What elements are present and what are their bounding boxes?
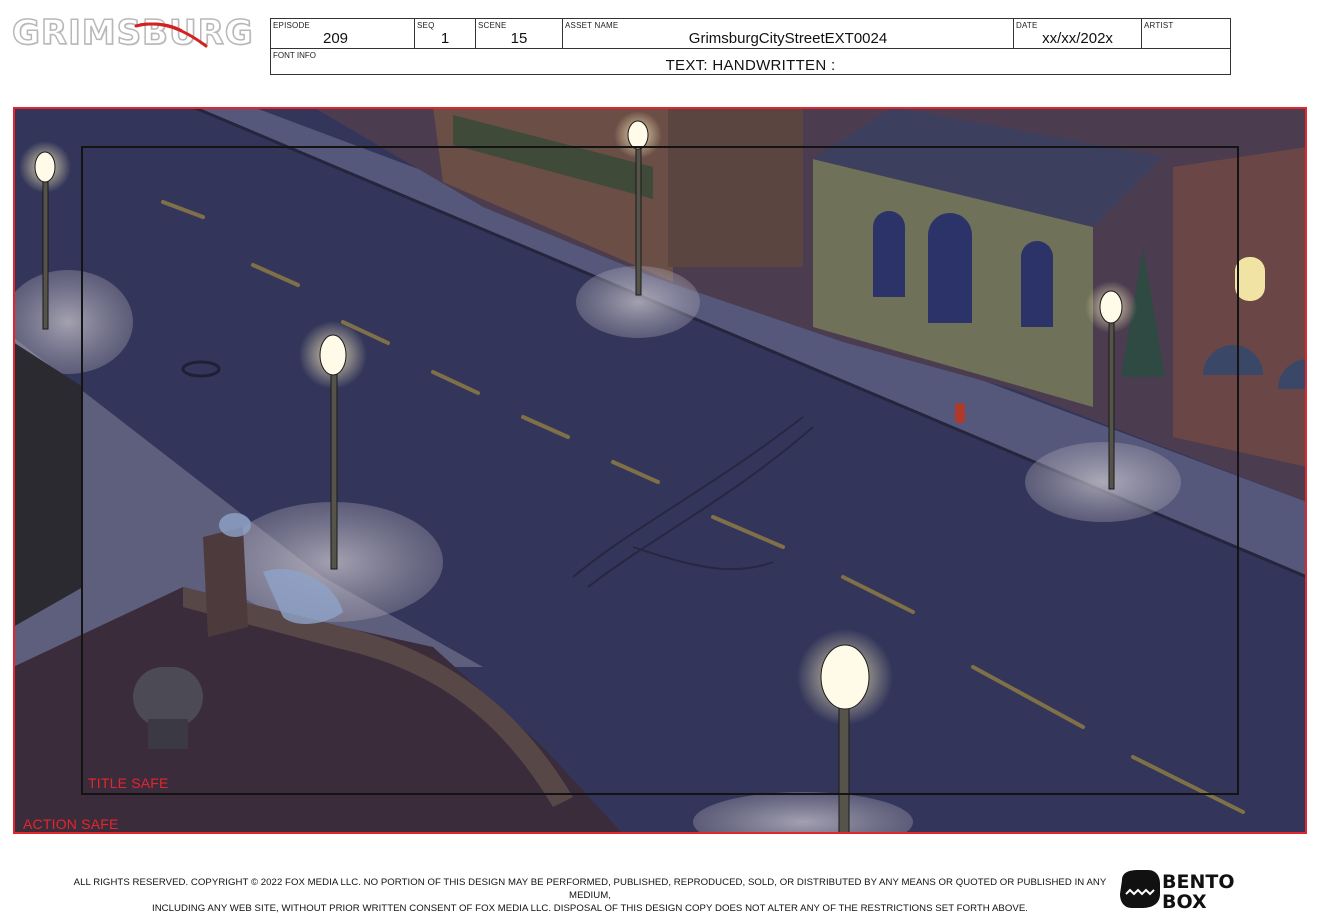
rooftop-stairwell	[13, 342, 83, 627]
lamp-post-1	[42, 178, 49, 330]
bento-wordmark-top: BENTO	[1162, 871, 1234, 893]
lamp-globe-2	[319, 334, 347, 376]
legal-line-1: ALL RIGHTS RESERVED. COPYRIGHT © 2022 FO…	[73, 877, 1107, 901]
lamp-globe-4	[1099, 290, 1123, 324]
seq-cell: SEQ 1	[415, 19, 476, 48]
right-brick-building	[1173, 147, 1307, 467]
legal-notice: ALL RIGHTS RESERVED. COPYRIGHT © 2022 FO…	[70, 876, 1110, 915]
action-safe-label: ACTION SAFE	[23, 816, 119, 832]
scene-label: SCENE	[478, 21, 507, 30]
episode-cell: EPISODE 209	[271, 19, 415, 48]
city-street-night-scene	[13, 107, 1307, 834]
artist-label: ARTIST	[1144, 21, 1174, 30]
arched-window-2	[1021, 241, 1053, 327]
logo-red-slash	[134, 22, 208, 48]
episode-label: EPISODE	[273, 21, 310, 30]
lamp-globe-3	[627, 120, 649, 150]
arched-window-1	[873, 211, 905, 297]
arched-doorway	[928, 213, 972, 323]
bento-wordmark-bottom: BOX	[1162, 891, 1207, 910]
corner-building	[668, 107, 803, 267]
font-info-value: TEXT: HANDWRITTEN :	[665, 57, 836, 74]
seq-label: SEQ	[417, 21, 435, 30]
scene-value: 15	[510, 30, 528, 47]
lamp-globe-1	[34, 151, 56, 183]
date-cell: DATE xx/xx/202x	[1014, 19, 1142, 48]
asset-name-label: ASSET NAME	[565, 21, 619, 30]
bento-mascot-head	[1120, 870, 1160, 908]
fire-hydrant	[955, 403, 965, 423]
asset-name-value: GrimsburgCityStreetEXT0024	[688, 30, 888, 47]
light-pool-4	[1025, 442, 1181, 522]
roof-vent	[133, 667, 203, 727]
bento-box-logo: BENTO BOX	[1120, 870, 1234, 910]
scene-cell: SCENE 15	[476, 19, 563, 48]
date-value: xx/xx/202x	[1042, 30, 1113, 47]
asset-name-cell: ASSET NAME GrimsburgCityStreetEXT0024	[563, 19, 1014, 48]
background-artwork	[13, 107, 1307, 834]
lamp-globe-5	[820, 644, 870, 710]
seq-value: 1	[440, 30, 450, 47]
title-safe-label: TITLE SAFE	[88, 775, 169, 791]
chimney-pillar	[203, 527, 248, 637]
episode-value: 209	[322, 30, 349, 47]
legal-line-2: INCLUDING ANY WEB SITE, WITHOUT PRIOR WR…	[151, 903, 1028, 914]
lamp-post-5	[838, 704, 850, 834]
lit-window	[1235, 257, 1265, 301]
lamp-post-2	[330, 368, 338, 570]
lamp-post-3	[635, 144, 642, 296]
font-info-row: FONT INFO TEXT: HANDWRITTEN :	[271, 48, 1230, 74]
grimsburg-logo: GRIMSBURG	[11, 13, 268, 53]
snow-cap	[219, 513, 251, 537]
lamp-post-4	[1108, 318, 1115, 490]
roof-vent-base	[148, 719, 188, 749]
slate-info-table: EPISODE 209 SEQ 1 SCENE 15 ASSET NAME Gr…	[270, 18, 1231, 75]
date-label: DATE	[1016, 21, 1038, 30]
artist-cell: ARTIST	[1142, 19, 1230, 48]
